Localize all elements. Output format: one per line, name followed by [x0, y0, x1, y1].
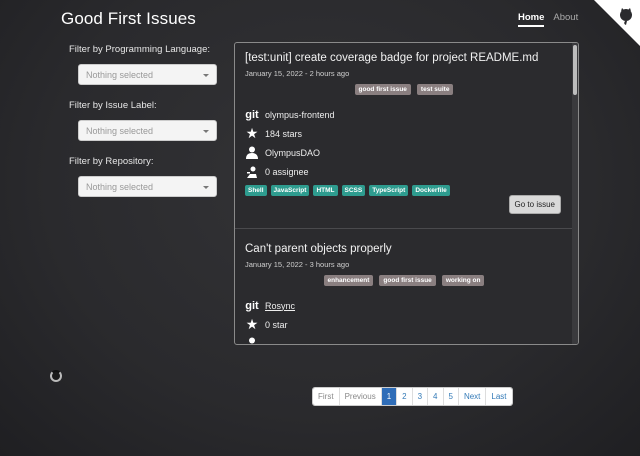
page-previous-button[interactable]: Previous: [339, 388, 382, 405]
star-count: 184 stars: [265, 128, 303, 139]
language-tag: HTML: [313, 185, 338, 196]
owner-row: OlympusDAO: [245, 143, 563, 162]
language-tag: JavaScript: [270, 185, 310, 196]
scrollbar-thumb[interactable]: [573, 45, 577, 95]
pagination: First Previous 1 2 3 4 5 Next Last: [312, 387, 513, 406]
language-filter-select[interactable]: Nothing selected: [78, 64, 217, 85]
person-icon: [245, 146, 259, 159]
repo-link[interactable]: Rosync: [265, 301, 295, 311]
nav-about-link[interactable]: About: [553, 12, 578, 27]
issue-labels: good first issue test suite: [245, 84, 563, 95]
page-button-4[interactable]: 4: [428, 388, 444, 405]
owner-name: OlympusDAO: [265, 147, 321, 158]
git-icon: git: [245, 108, 259, 121]
label-filter-label: Filter by Issue Label:: [69, 100, 157, 111]
issues-list[interactable]: [test:unit] create coverage badge for pr…: [234, 42, 579, 345]
repo-name: olympus-frontend: [265, 109, 335, 120]
page-button-1[interactable]: 1: [381, 388, 398, 405]
issue-title: Can't parent objects properly: [245, 243, 392, 255]
issue-label: enhancement: [323, 275, 374, 286]
label-filter-select[interactable]: Nothing selected: [78, 120, 217, 141]
assignee-icon: [245, 166, 259, 178]
scrollbar[interactable]: [572, 43, 578, 344]
issue-date: January 15, 2022 - 3 hours ago: [245, 260, 350, 269]
issue-label: good first issue: [379, 275, 436, 286]
issue-label: test suite: [416, 84, 454, 95]
repo-row: git olympus-frontend: [245, 105, 563, 124]
filter-panel: Filter by Programming Language: Nothing …: [69, 44, 229, 212]
repo-filter-value: Nothing selected: [86, 182, 154, 192]
repo-filter-label: Filter by Repository:: [69, 156, 154, 167]
owner-row: [245, 334, 563, 344]
label-filter-value: Nothing selected: [86, 126, 154, 136]
issue-labels: enhancement good first issue working on: [245, 275, 563, 286]
language-tag: Shell: [245, 185, 267, 196]
page-last-button[interactable]: Last: [486, 388, 512, 405]
star-icon: ★: [245, 125, 259, 141]
chevron-down-icon: [203, 130, 209, 133]
site-title: Good First Issues: [61, 9, 196, 28]
issue-title: [test:unit] create coverage badge for pr…: [245, 52, 539, 64]
page-button-2[interactable]: 2: [397, 388, 413, 405]
language-tag: SCSS: [341, 185, 366, 196]
github-octocat-icon[interactable]: [594, 0, 640, 46]
chevron-down-icon: [203, 74, 209, 77]
repo-filter-select[interactable]: Nothing selected: [78, 176, 217, 197]
assignee-count: 0 assignee: [265, 166, 309, 177]
star-icon: ★: [245, 316, 259, 332]
issue-date: January 15, 2022 - 2 hours ago: [245, 69, 350, 78]
stars-row: ★ 184 stars: [245, 124, 563, 143]
loading-spinner-icon: [50, 370, 62, 382]
language-tag: TypeScript: [369, 185, 409, 196]
page-first-button[interactable]: First: [313, 388, 340, 405]
card-divider: [235, 228, 573, 229]
stars-row: ★ 0 star: [245, 315, 563, 334]
issue-card: [test:unit] create coverage badge for pr…: [235, 52, 573, 196]
repo-row: git Rosync: [245, 296, 563, 315]
star-count: 0 star: [265, 319, 288, 330]
language-tag: Dockerfile: [412, 185, 450, 196]
chevron-down-icon: [203, 186, 209, 189]
issue-meta: git Rosync ★ 0 star: [245, 296, 563, 344]
issue-label: good first issue: [354, 84, 411, 95]
top-nav: Home About: [518, 12, 578, 27]
go-to-issue-button[interactable]: Go to issue: [508, 195, 561, 214]
issue-label: working on: [441, 275, 485, 286]
language-filter-value: Nothing selected: [86, 70, 154, 80]
issue-meta: git olympus-frontend ★ 184 stars Olympus…: [245, 105, 563, 181]
page-next-button[interactable]: Next: [458, 388, 487, 405]
language-filter-label: Filter by Programming Language:: [69, 44, 210, 55]
assignee-row: 0 assignee: [245, 162, 563, 181]
page-button-5[interactable]: 5: [443, 388, 459, 405]
issue-card: Can't parent objects properly January 15…: [235, 243, 573, 344]
git-icon: git: [245, 299, 259, 312]
person-icon: [245, 337, 259, 344]
page-button-3[interactable]: 3: [412, 388, 429, 405]
nav-home-link[interactable]: Home: [518, 12, 545, 27]
